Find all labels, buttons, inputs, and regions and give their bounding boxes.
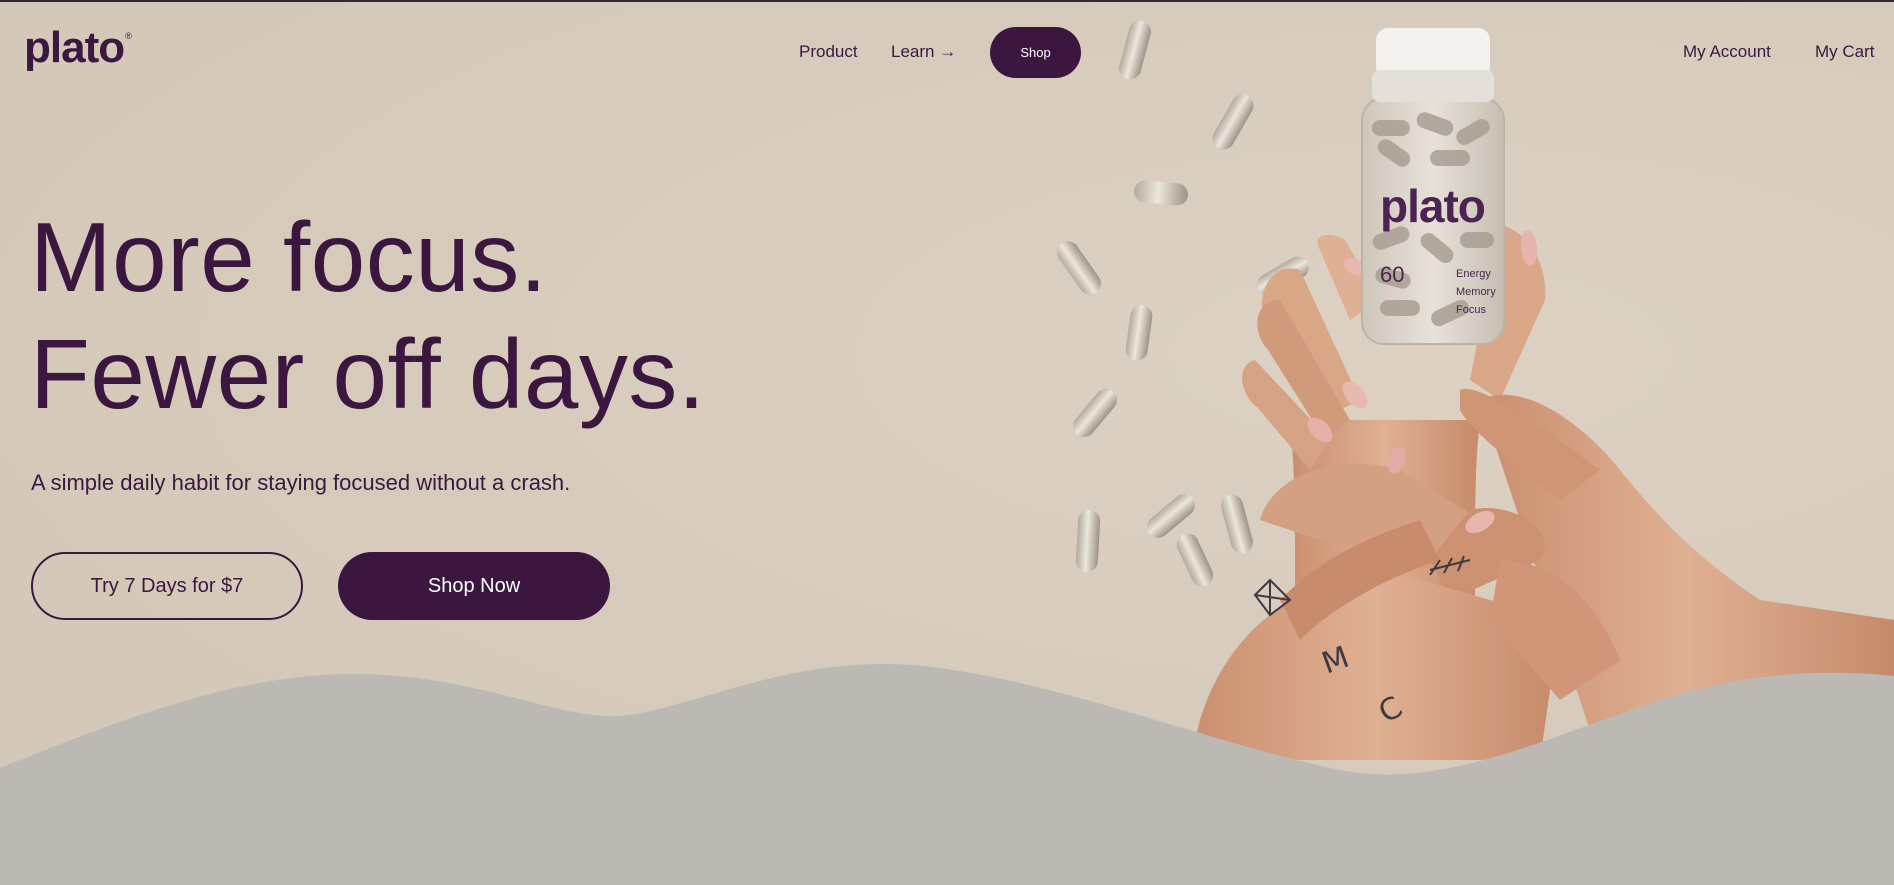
- nav-product-link[interactable]: Product: [799, 42, 858, 62]
- hero-headline-line-1: More focus.: [30, 202, 548, 312]
- plato-logo[interactable]: plato®: [24, 23, 132, 72]
- nav-learn-link[interactable]: Learn →: [891, 42, 956, 62]
- hero-subtitle: A simple daily habit for staying focused…: [31, 470, 571, 495]
- shop-now-button[interactable]: Shop Now: [338, 552, 610, 620]
- registered-mark: ®: [125, 31, 132, 41]
- nav-shop-button[interactable]: Shop: [990, 27, 1081, 78]
- hero-headline-line-2: Fewer off days.: [30, 319, 706, 429]
- hero-wave: [0, 663, 1894, 885]
- nav-my-account-link[interactable]: My Account: [1683, 42, 1771, 62]
- nav-my-cart-link[interactable]: My Cart: [1815, 42, 1875, 62]
- try-trial-button[interactable]: Try 7 Days for $7: [31, 552, 303, 620]
- logo-text: plato: [24, 23, 125, 72]
